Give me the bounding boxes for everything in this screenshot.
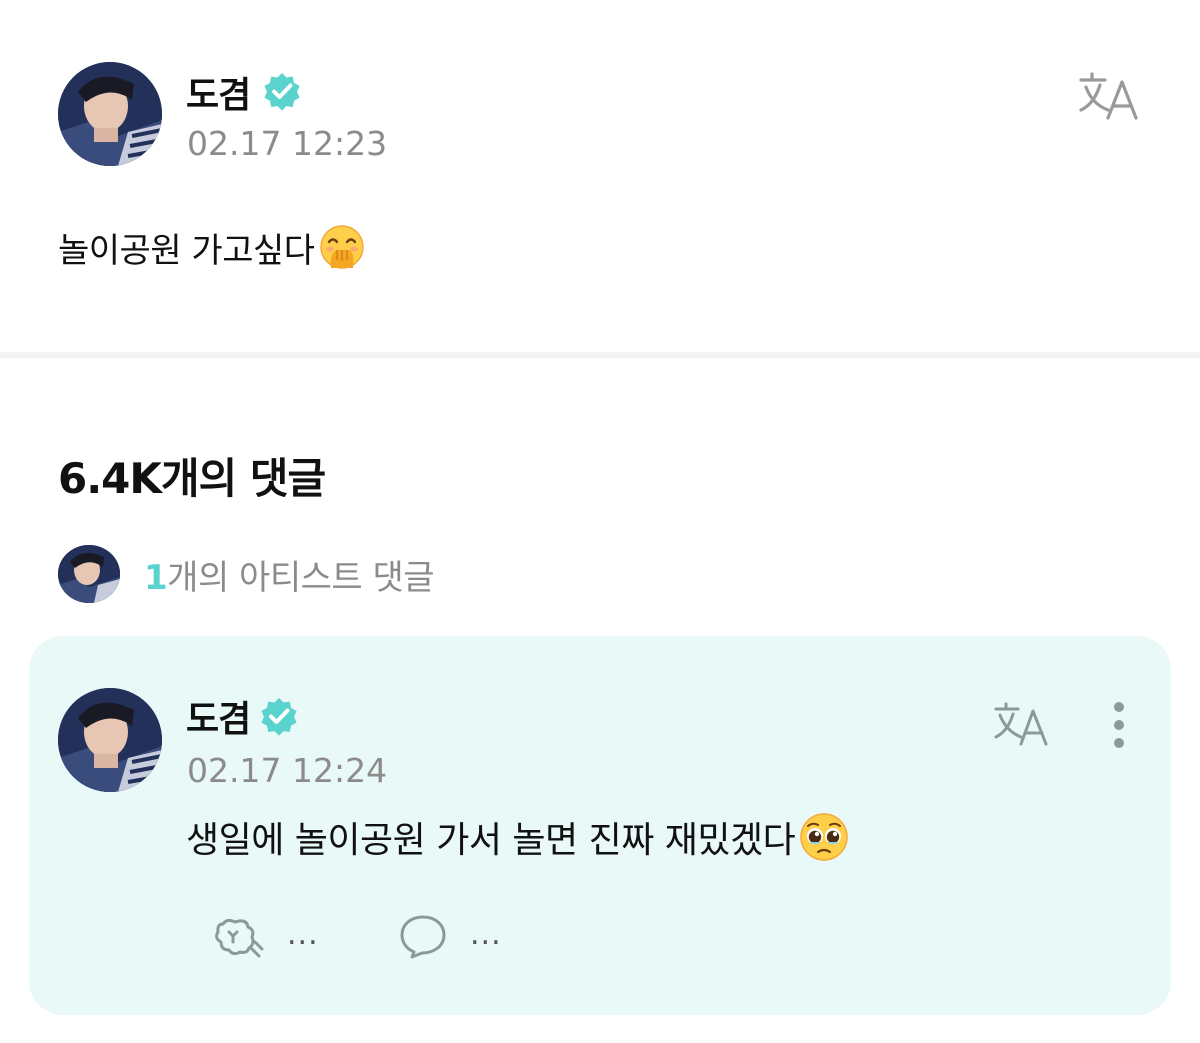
verified-badge-icon <box>262 71 302 111</box>
artist-comments-count: 1 <box>144 557 168 598</box>
post-timestamp: 02.17 12:23 <box>187 124 388 163</box>
section-divider <box>0 352 1200 358</box>
face-with-hand-over-mouth-icon <box>319 224 365 270</box>
comment-count-heading: 6.4K개의 댓글 <box>58 454 326 503</box>
artist-comments-filter[interactable]: 1개의 아티스트 댓글 <box>58 545 435 603</box>
translate-icon[interactable] <box>1078 70 1144 122</box>
like-count: ... <box>287 916 319 952</box>
post-detail-screen: 도겸 02.17 12:23 놀이공원 가고싶다 6.4K개의 댓글 1개의 아… <box>0 0 1200 1043</box>
translate-icon[interactable] <box>993 700 1053 748</box>
post-text: 놀이공원 가고싶다 <box>58 230 315 271</box>
like-icon <box>215 918 264 958</box>
author-avatar[interactable] <box>58 62 162 166</box>
comment-author-avatar[interactable] <box>58 688 162 792</box>
comment-author-name[interactable]: 도겸 <box>186 690 251 742</box>
comment-text: 생일에 놀이공원 가서 놀면 진짜 재밌겠다 <box>186 820 796 861</box>
artist-comments-label: 1개의 아티스트 댓글 <box>144 550 435 599</box>
artist-avatar <box>58 545 120 603</box>
more-options-icon[interactable] <box>1107 700 1131 750</box>
post-body: 놀이공원 가고싶다 <box>58 222 365 272</box>
post: 도겸 02.17 12:23 놀이공원 가고싶다 <box>0 0 1200 352</box>
verified-badge-icon <box>259 696 299 736</box>
reply-count: ... <box>470 916 502 952</box>
reply-icon <box>400 915 446 959</box>
pleading-face-icon <box>799 812 849 862</box>
comment-body: 생일에 놀이공원 가서 놀면 진짜 재밌겠다 <box>186 812 849 862</box>
author-name[interactable]: 도겸 <box>186 66 251 118</box>
reply-button[interactable]: ... <box>398 912 502 960</box>
artist-comments-text: 개의 아티스트 댓글 <box>167 557 435 598</box>
like-button[interactable]: ... <box>215 912 319 960</box>
comment-timestamp: 02.17 12:24 <box>187 751 388 790</box>
artist-comment-card: 도겸 02.17 12:24 생일에 놀이공원 가서 놀면 진짜 재밌겠다 ..… <box>29 636 1171 1015</box>
